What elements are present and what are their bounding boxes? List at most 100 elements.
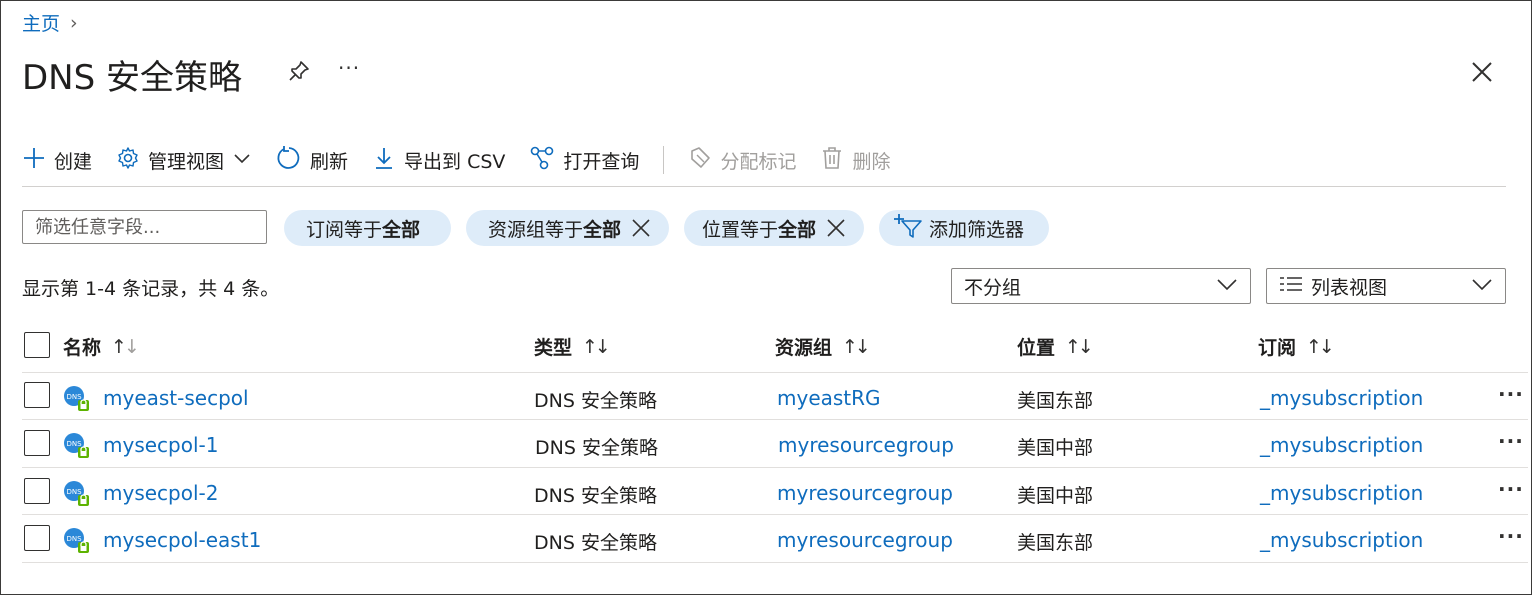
- export-csv-button[interactable]: 导出到 CSV: [372, 146, 505, 175]
- refresh-button[interactable]: 刷新: [276, 145, 348, 176]
- subscription-filter-value: 全部: [382, 218, 421, 241]
- dns-icon: DNS: [62, 431, 90, 463]
- resource-group-filter-pill[interactable]: 资源组等于 全部: [466, 210, 669, 246]
- location-filter-value: 全部: [778, 218, 817, 241]
- more-options-icon[interactable]: ···: [338, 56, 360, 80]
- row-resource-group-link[interactable]: myresourcegroup: [777, 528, 953, 552]
- subscription-filter-label: 订阅等于: [306, 218, 383, 241]
- chevron-down-icon: [1216, 273, 1238, 300]
- sort-icon: ↑↓: [842, 335, 871, 358]
- trash-icon: [820, 146, 844, 175]
- column-header-subscription[interactable]: 订阅 ↑↓: [1258, 333, 1335, 360]
- row-name-link[interactable]: mysecpol-1: [103, 433, 218, 457]
- gear-icon: [116, 146, 140, 175]
- assign-tags-button[interactable]: 分配标记: [688, 146, 796, 175]
- column-header-resource-group[interactable]: 资源组 ↑↓: [775, 333, 871, 360]
- open-query-button[interactable]: 打开查询: [529, 145, 639, 176]
- view-dropdown[interactable]: 列表视图: [1266, 268, 1506, 304]
- svg-text:DNS: DNS: [66, 393, 82, 401]
- plus-icon: [22, 146, 46, 175]
- column-header-name[interactable]: 名称 ↑↓: [63, 333, 140, 360]
- column-name-label: 名称: [63, 337, 102, 359]
- filter-input[interactable]: [22, 210, 267, 244]
- manage-view-label: 管理视图: [148, 150, 225, 173]
- row-name-link[interactable]: myeast-secpol: [103, 386, 249, 410]
- location-filter-label: 位置等于: [702, 218, 779, 241]
- row-more-icon[interactable]: ···: [1498, 477, 1524, 501]
- row-subscription-link[interactable]: _mysubscription: [1260, 528, 1423, 552]
- row-checkbox[interactable]: [24, 478, 50, 504]
- row-more-icon[interactable]: ···: [1498, 524, 1524, 548]
- sort-icon: ↑↓: [1065, 335, 1094, 358]
- download-icon: [372, 146, 396, 175]
- record-count: 显示第 1-4 条记录，共 4 条。: [22, 278, 280, 300]
- resource-group-filter-label: 资源组等于: [488, 218, 584, 241]
- svg-text:DNS: DNS: [66, 488, 82, 496]
- refresh-icon: [276, 145, 302, 176]
- dismiss-icon[interactable]: [826, 218, 846, 238]
- row-subscription-link[interactable]: _mysubscription: [1260, 386, 1423, 410]
- dns-icon: DNS: [62, 479, 90, 511]
- row-more-icon[interactable]: ···: [1498, 429, 1524, 453]
- page-title: DNS 安全策略: [22, 58, 243, 98]
- select-all-checkbox[interactable]: [24, 332, 50, 358]
- grouping-dropdown[interactable]: 不分组: [951, 268, 1251, 304]
- breadcrumb: 主页 ›: [22, 9, 78, 36]
- command-bar: 创建 管理视图 刷新 导出到 CSV 打开查询 分配标记 删除: [22, 140, 914, 180]
- row-type: DNS 安全策略: [534, 532, 657, 554]
- header-divider: [22, 372, 1528, 373]
- row-name-link[interactable]: mysecpol-2: [103, 481, 218, 505]
- chevron-right-icon: ›: [70, 11, 78, 34]
- column-header-location[interactable]: 位置 ↑↓: [1017, 333, 1094, 360]
- add-filter-label: 添加筛选器: [929, 218, 1025, 241]
- row-location: 美国东部: [1017, 532, 1094, 554]
- row-name-link[interactable]: mysecpol-east1: [103, 528, 261, 552]
- close-icon[interactable]: [1470, 60, 1494, 88]
- grouping-value: 不分组: [964, 276, 1022, 299]
- toolbar-divider-line: [22, 186, 1506, 187]
- row-divider: [22, 514, 1528, 515]
- chevron-down-icon: [1471, 273, 1493, 300]
- row-more-icon[interactable]: ···: [1498, 382, 1524, 406]
- add-filter-button[interactable]: 添加筛选器: [879, 210, 1049, 246]
- create-label: 创建: [54, 150, 93, 173]
- row-resource-group-link[interactable]: myresourcegroup: [777, 481, 953, 505]
- row-type: DNS 安全策略: [534, 390, 657, 412]
- query-icon: [529, 145, 555, 176]
- location-filter-pill[interactable]: 位置等于 全部: [684, 210, 864, 246]
- create-button[interactable]: 创建: [22, 146, 92, 175]
- list-view-icon: [1279, 274, 1303, 299]
- row-resource-group-link[interactable]: myresourcegroup: [778, 433, 954, 457]
- subscription-filter-pill[interactable]: 订阅等于 全部: [284, 210, 451, 246]
- open-query-label: 打开查询: [563, 150, 640, 173]
- pin-icon[interactable]: [287, 59, 311, 87]
- row-subscription-link[interactable]: _mysubscription: [1260, 481, 1423, 505]
- refresh-label: 刷新: [310, 150, 349, 173]
- row-location: 美国中部: [1017, 437, 1094, 459]
- row-divider: [22, 562, 1528, 563]
- svg-text:DNS: DNS: [66, 535, 82, 543]
- column-header-type[interactable]: 类型 ↑↓: [534, 333, 611, 360]
- row-checkbox[interactable]: [24, 430, 50, 456]
- row-checkbox[interactable]: [24, 525, 50, 551]
- resource-group-filter-value: 全部: [583, 218, 622, 241]
- column-resource-group-label: 资源组: [775, 337, 833, 359]
- row-divider: [22, 467, 1528, 468]
- sort-icon: ↑↓: [1306, 335, 1335, 358]
- column-subscription-label: 订阅: [1258, 337, 1297, 359]
- tag-icon: [688, 146, 712, 175]
- dns-icon: DNS: [62, 384, 90, 416]
- dns-icon: DNS: [62, 526, 90, 558]
- toolbar-divider: [663, 146, 665, 174]
- sort-icon: ↑↓: [582, 335, 611, 358]
- row-location: 美国东部: [1017, 390, 1094, 412]
- dismiss-icon[interactable]: [631, 218, 651, 238]
- delete-button[interactable]: 删除: [820, 146, 890, 175]
- breadcrumb-home-link[interactable]: 主页: [22, 9, 60, 36]
- column-type-label: 类型: [534, 337, 573, 359]
- row-subscription-link[interactable]: _mysubscription: [1260, 433, 1423, 457]
- manage-view-button[interactable]: 管理视图: [116, 146, 252, 175]
- row-resource-group-link[interactable]: myeastRG: [777, 386, 881, 410]
- assign-tags-label: 分配标记: [720, 150, 797, 173]
- row-checkbox[interactable]: [24, 382, 50, 408]
